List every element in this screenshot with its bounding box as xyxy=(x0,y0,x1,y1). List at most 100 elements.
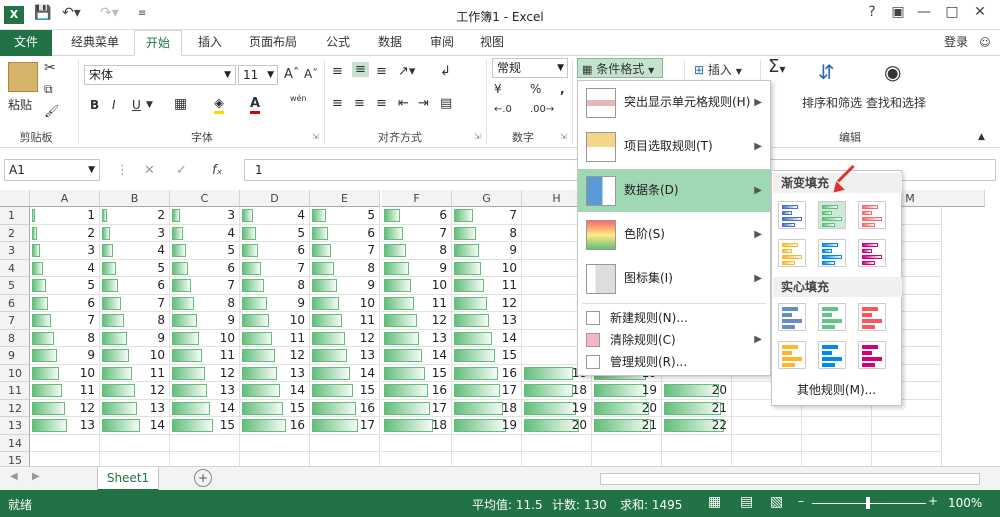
row-header[interactable]: 13 xyxy=(0,417,30,435)
table-cell[interactable]: 9 xyxy=(310,277,380,295)
autosum-button[interactable]: Σ▼ xyxy=(768,56,786,77)
row-header[interactable]: 1 xyxy=(0,207,30,225)
table-cell[interactable]: 14 xyxy=(170,399,240,417)
table-cell[interactable] xyxy=(732,452,802,466)
table-cell[interactable]: 13 xyxy=(382,329,452,347)
green-data-bar-icon[interactable] xyxy=(818,303,846,331)
table-cell[interactable]: 10 xyxy=(170,329,240,347)
tab-home[interactable]: 开始 xyxy=(134,30,182,56)
table-cell[interactable] xyxy=(382,452,452,466)
table-cell[interactable]: 10 xyxy=(452,259,522,277)
column-header[interactable]: B xyxy=(100,190,170,207)
table-cell[interactable]: 8 xyxy=(240,277,310,295)
table-cell[interactable]: 7 xyxy=(100,294,170,312)
row-header[interactable]: 3 xyxy=(0,242,30,260)
page-layout-view-icon[interactable]: ▤ xyxy=(740,494,753,510)
number-format-select[interactable]: 常规 ▼ xyxy=(492,58,568,78)
row-header[interactable]: 5 xyxy=(0,277,30,295)
underline-button[interactable]: U xyxy=(132,98,141,112)
table-cell[interactable]: 7 xyxy=(170,277,240,295)
orange-data-bar-icon[interactable] xyxy=(778,239,806,267)
menu-item-data-bars[interactable]: 数据条(D) ▶ xyxy=(578,169,770,212)
horizontal-scrollbar[interactable] xyxy=(600,473,980,485)
zoom-in-icon[interactable]: + xyxy=(928,494,938,508)
table-cell[interactable]: 14 xyxy=(240,382,310,400)
light-blue-data-bar-icon[interactable] xyxy=(818,239,846,267)
table-cell[interactable]: 12 xyxy=(30,399,100,417)
table-cell[interactable] xyxy=(522,434,592,452)
next-sheet-icon[interactable]: ▶ xyxy=(32,471,40,482)
column-header[interactable]: G xyxy=(452,190,522,207)
table-cell[interactable]: 17 xyxy=(452,382,522,400)
red-data-bar-icon[interactable] xyxy=(858,303,886,331)
table-cell[interactable]: 3 xyxy=(170,207,240,225)
cut-icon[interactable]: ✂ xyxy=(44,60,56,76)
find-select-button[interactable]: 查找和选择 xyxy=(866,94,926,111)
chevron-down-icon[interactable]: ▼ xyxy=(146,100,153,110)
table-cell[interactable]: 5 xyxy=(310,207,380,225)
wrap-text-icon[interactable]: ↲ xyxy=(440,64,451,79)
table-cell[interactable]: 14 xyxy=(452,329,522,347)
table-cell[interactable]: 8 xyxy=(100,312,170,330)
login-link[interactable]: 登录 xyxy=(936,30,976,56)
table-cell[interactable] xyxy=(170,452,240,466)
table-cell[interactable]: 16 xyxy=(382,382,452,400)
table-cell[interactable]: 14 xyxy=(100,417,170,435)
decrease-decimal-icon[interactable]: .00→ xyxy=(530,104,554,115)
comma-button[interactable]: , xyxy=(560,82,565,96)
insert-cells-button[interactable]: ⊞ 插入 ▼ xyxy=(694,61,742,78)
table-cell[interactable]: 8 xyxy=(30,329,100,347)
table-cell[interactable]: 8 xyxy=(170,294,240,312)
table-cell[interactable]: 13 xyxy=(30,417,100,435)
red-data-bar-icon[interactable] xyxy=(858,201,886,229)
bold-button[interactable]: B xyxy=(90,98,99,112)
table-cell[interactable]: 8 xyxy=(310,259,380,277)
table-cell[interactable]: 13 xyxy=(452,312,522,330)
phonetic-icon[interactable]: wén xyxy=(290,94,307,103)
table-cell[interactable]: 6 xyxy=(100,277,170,295)
dialog-launcher-icon[interactable]: ⇲ xyxy=(474,132,481,141)
currency-icon[interactable]: ¥ xyxy=(494,82,502,96)
table-cell[interactable]: 3 xyxy=(100,224,170,242)
menu-item-highlight-rules[interactable]: 突出显示单元格规则(H) ▶ xyxy=(578,81,770,124)
tab-view[interactable]: 视图 xyxy=(470,30,514,56)
increase-indent-icon[interactable]: ⇥ xyxy=(418,96,429,111)
dialog-launcher-icon[interactable]: ⇲ xyxy=(560,132,567,141)
table-cell[interactable]: 7 xyxy=(382,224,452,242)
row-header[interactable]: 15 xyxy=(0,452,30,466)
menu-item-new-rule[interactable]: 新建规则(N)... xyxy=(578,307,770,329)
table-cell[interactable] xyxy=(100,452,170,466)
table-cell[interactable]: 16 xyxy=(240,417,310,435)
table-cell[interactable]: 7 xyxy=(452,207,522,225)
table-cell[interactable] xyxy=(592,434,662,452)
table-cell[interactable]: 8 xyxy=(452,224,522,242)
menu-item-color-scales[interactable]: 色阶(S) ▶ xyxy=(578,213,770,256)
sort-filter-button[interactable]: 排序和筛选 xyxy=(802,94,862,111)
table-cell[interactable]: 10 xyxy=(382,277,452,295)
table-cell[interactable]: 21 xyxy=(592,417,662,435)
name-box[interactable]: A1 ▼ xyxy=(4,159,100,181)
table-cell[interactable]: 13 xyxy=(310,347,380,365)
row-header[interactable]: 9 xyxy=(0,347,30,365)
table-cell[interactable] xyxy=(872,452,942,466)
table-cell[interactable]: 19 xyxy=(592,382,662,400)
row-header[interactable]: 12 xyxy=(0,399,30,417)
cancel-icon[interactable]: ✕ xyxy=(144,163,155,178)
table-cell[interactable]: 20 xyxy=(592,399,662,417)
table-cell[interactable] xyxy=(30,452,100,466)
table-cell[interactable]: 18 xyxy=(522,382,592,400)
table-cell[interactable]: 6 xyxy=(170,259,240,277)
table-cell[interactable] xyxy=(170,434,240,452)
conditional-format-button[interactable]: ▦ 条件格式 ▼ xyxy=(577,58,663,78)
increase-decimal-icon[interactable]: ←.0 xyxy=(494,104,512,115)
table-cell[interactable]: 5 xyxy=(170,242,240,260)
binoculars-icon[interactable]: ◉ xyxy=(884,60,901,84)
table-cell[interactable]: 11 xyxy=(240,329,310,347)
table-cell[interactable]: 11 xyxy=(30,382,100,400)
row-header[interactable]: 11 xyxy=(0,382,30,400)
purple-data-bar-icon[interactable] xyxy=(858,239,886,267)
table-cell[interactable]: 12 xyxy=(100,382,170,400)
align-middle-icon[interactable]: ≡ xyxy=(352,62,369,77)
table-cell[interactable]: 17 xyxy=(382,399,452,417)
table-cell[interactable]: 19 xyxy=(522,399,592,417)
